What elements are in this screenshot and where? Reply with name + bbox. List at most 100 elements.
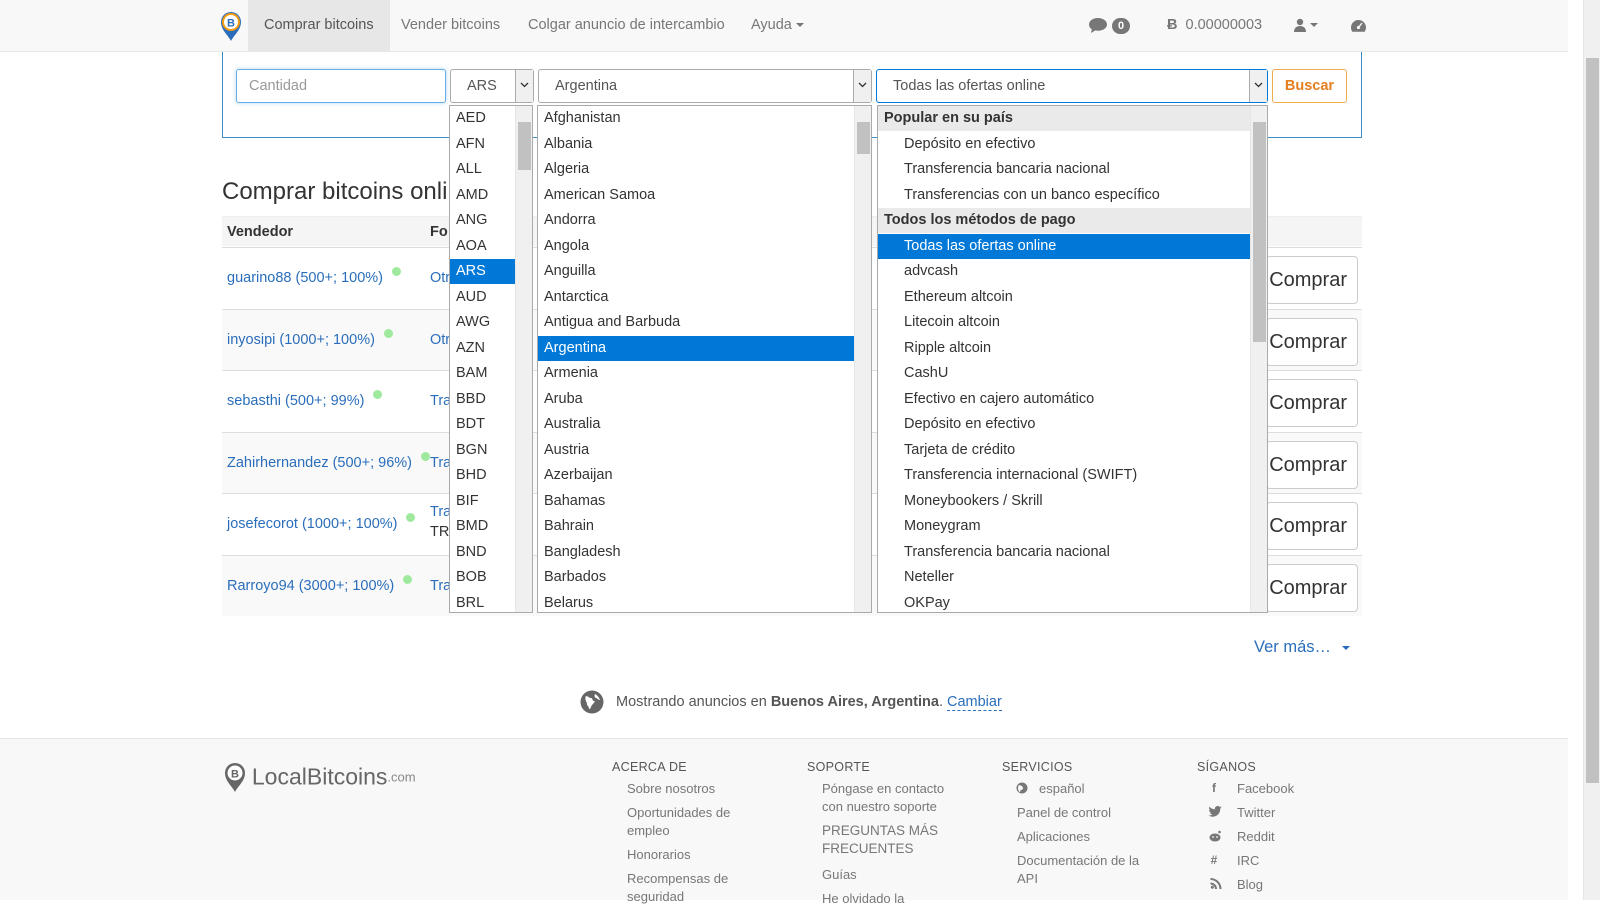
- dashboard-button[interactable]: [1350, 0, 1367, 51]
- currency-option[interactable]: BHD: [450, 463, 516, 488]
- user-menu-dropdown[interactable]: [1294, 0, 1318, 51]
- currency-option[interactable]: AOA: [450, 234, 516, 259]
- footer-link-api-docs[interactable]: Documentación de la API: [1017, 852, 1152, 888]
- offer-type-option[interactable]: Moneygram: [878, 514, 1251, 539]
- payment-method-link[interactable]: Otr: [430, 332, 450, 348]
- footer-link-reddit[interactable]: Reddit: [1237, 828, 1275, 846]
- currency-option[interactable]: AMD: [450, 183, 516, 208]
- offer-type-option[interactable]: Transferencia bancaria nacional: [878, 157, 1251, 182]
- currency-option[interactable]: BRL: [450, 591, 516, 613]
- country-option[interactable]: Bahrain: [538, 514, 855, 539]
- country-dropdown-list[interactable]: Afghanistan Albania Algeria American Samoa A…: [537, 105, 872, 613]
- currency-option[interactable]: BAM: [450, 361, 516, 386]
- nav-sell-bitcoins[interactable]: Vender bitcoins: [401, 0, 500, 51]
- country-option[interactable]: Austria: [538, 438, 855, 463]
- nav-buy-bitcoins[interactable]: Comprar bitcoins: [248, 0, 390, 51]
- country-option[interactable]: American Samoa: [538, 183, 855, 208]
- country-option[interactable]: Bangladesh: [538, 540, 855, 565]
- currency-option[interactable]: AWG: [450, 310, 516, 335]
- footer-link-contact-support[interactable]: Póngase en contacto con nuestro soporte: [822, 780, 962, 816]
- currency-option[interactable]: BDT: [450, 412, 516, 437]
- footer-link-security-bounties[interactable]: Recompensas de seguridad: [627, 870, 747, 906]
- buy-button[interactable]: Comprar: [1266, 379, 1358, 427]
- seller-link[interactable]: guarino88 (500+; 100%): [227, 270, 383, 286]
- country-option[interactable]: Angola: [538, 234, 855, 259]
- country-option[interactable]: Algeria: [538, 157, 855, 182]
- footer-link-language[interactable]: español: [1039, 780, 1085, 798]
- currency-option[interactable]: BMD: [450, 514, 516, 539]
- country-option[interactable]: Barbados: [538, 565, 855, 590]
- buy-button[interactable]: Comprar: [1266, 502, 1358, 550]
- currency-option[interactable]: ANG: [450, 208, 516, 233]
- nav-help-dropdown[interactable]: Ayuda: [751, 0, 804, 51]
- payment-method-link[interactable]: Otr: [430, 270, 450, 286]
- search-button[interactable]: Buscar: [1272, 69, 1347, 103]
- footer-link-careers[interactable]: Oportunidades de empleo: [627, 804, 747, 840]
- footer-link-guides[interactable]: Guías: [822, 866, 857, 884]
- currency-dropdown-list[interactable]: AED AFN ALL AMD ANG AOA ARS AUD AWG AZN BAM BBD BDT B…: [449, 105, 533, 613]
- currency-option[interactable]: BIF: [450, 489, 516, 514]
- offer-type-option[interactable]: Transferencias con un banco específico: [878, 183, 1251, 208]
- footer-link-dashboard[interactable]: Panel de control: [1017, 804, 1111, 822]
- country-select[interactable]: Argentina: [538, 69, 872, 103]
- nav-post-trade-ad[interactable]: Colgar anuncio de intercambio: [528, 0, 725, 51]
- footer-link-twitter[interactable]: Twitter: [1237, 804, 1275, 822]
- offer-type-option[interactable]: OKPay: [878, 591, 1251, 613]
- country-option[interactable]: Belarus: [538, 591, 855, 613]
- country-list-scrollbar[interactable]: [854, 106, 871, 612]
- currency-option[interactable]: ARS: [450, 259, 516, 284]
- country-option[interactable]: Aruba: [538, 387, 855, 412]
- offer-list-scrollbar[interactable]: [1250, 106, 1267, 612]
- change-location-link[interactable]: Cambiar: [947, 693, 1002, 711]
- seller-link[interactable]: sebasthi (500+; 99%): [227, 393, 364, 409]
- amount-input[interactable]: Cantidad: [236, 69, 446, 103]
- offer-type-option[interactable]: Transferencia bancaria nacional: [878, 540, 1251, 565]
- see-more-link[interactable]: Ver más…: [1254, 638, 1350, 657]
- offer-type-dropdown-list[interactable]: Popular en su país Depósito en efectivo Tr…: [877, 105, 1268, 613]
- scroll-thumb[interactable]: [518, 122, 531, 170]
- localbitcoins-logo-icon[interactable]: B: [219, 10, 243, 42]
- currency-option[interactable]: ALL: [450, 157, 516, 182]
- offer-type-option[interactable]: Transferencia internacional (SWIFT): [878, 463, 1251, 488]
- buy-button[interactable]: Comprar: [1266, 441, 1358, 489]
- country-option[interactable]: Australia: [538, 412, 855, 437]
- footer-brand[interactable]: B LocalBitcoins.com: [222, 761, 416, 793]
- currency-option[interactable]: BOB: [450, 565, 516, 590]
- offer-type-option[interactable]: Ethereum altcoin: [878, 285, 1251, 310]
- country-option[interactable]: Bahamas: [538, 489, 855, 514]
- seller-link[interactable]: Zahirhernandez (500+; 96%): [227, 455, 412, 471]
- offer-type-option[interactable]: Litecoin altcoin: [878, 310, 1251, 335]
- offer-type-option[interactable]: Tarjeta de crédito: [878, 438, 1251, 463]
- footer-link-faq[interactable]: PREGUNTAS MÁS FRECUENTES: [822, 822, 952, 858]
- page-scrollbar[interactable]: [1583, 0, 1600, 900]
- offer-type-option[interactable]: Depósito en efectivo: [878, 412, 1251, 437]
- offer-type-option[interactable]: Todas las ofertas online: [878, 233, 1251, 259]
- country-option[interactable]: Albania: [538, 132, 855, 157]
- footer-link-irc[interactable]: IRC: [1237, 852, 1259, 870]
- currency-option[interactable]: BBD: [450, 387, 516, 412]
- currency-option[interactable]: AZN: [450, 336, 516, 361]
- seller-link[interactable]: inyosipi (1000+; 100%): [227, 332, 375, 348]
- scroll-thumb[interactable]: [1253, 122, 1266, 342]
- offer-type-option[interactable]: Ripple altcoin: [878, 336, 1251, 361]
- messages-button[interactable]: 0: [1088, 0, 1131, 51]
- currency-option[interactable]: BGN: [450, 438, 516, 463]
- country-option[interactable]: Azerbaijan: [538, 463, 855, 488]
- offer-type-option[interactable]: Moneybookers / Skrill: [878, 489, 1251, 514]
- currency-list-scrollbar[interactable]: [515, 106, 532, 612]
- footer-link-blog[interactable]: Blog: [1237, 876, 1263, 894]
- currency-select[interactable]: ARS: [450, 69, 534, 103]
- offer-type-option[interactable]: advcash: [878, 259, 1251, 284]
- offer-type-select[interactable]: Todas las ofertas online: [876, 69, 1268, 103]
- footer-link-apps[interactable]: Aplicaciones: [1017, 828, 1090, 846]
- country-option[interactable]: Andorra: [538, 208, 855, 233]
- footer-link-forgot[interactable]: He olvidado la: [822, 890, 904, 908]
- footer-link-facebook[interactable]: Facebook: [1237, 780, 1294, 798]
- offer-type-option[interactable]: Neteller: [878, 565, 1251, 590]
- currency-option[interactable]: AFN: [450, 132, 516, 157]
- country-option[interactable]: Argentina: [538, 335, 855, 361]
- offer-type-option[interactable]: Depósito en efectivo: [878, 132, 1251, 157]
- country-option[interactable]: Afghanistan: [538, 106, 855, 131]
- currency-option[interactable]: AED: [450, 106, 516, 131]
- buy-button[interactable]: Comprar: [1266, 564, 1358, 612]
